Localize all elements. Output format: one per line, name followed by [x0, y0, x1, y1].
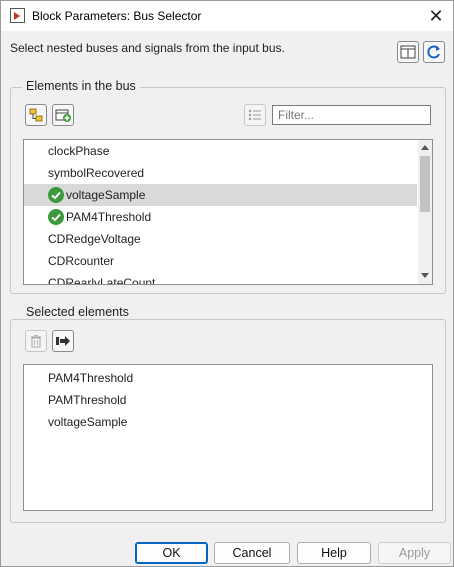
move-element-button[interactable]: [52, 330, 74, 352]
window-title: Block Parameters: Bus Selector: [32, 9, 202, 23]
selected-group-legend: Selected elements: [22, 305, 133, 319]
vertical-scrollbar[interactable]: [418, 140, 432, 284]
list-item[interactable]: clockPhase: [24, 140, 417, 162]
refresh-icon: [427, 45, 440, 59]
list-item[interactable]: CDRedgeVoltage: [24, 228, 417, 250]
find-selected-button[interactable]: [25, 104, 47, 126]
help-button[interactable]: Help: [297, 542, 371, 564]
ok-button[interactable]: OK: [135, 542, 208, 564]
list-item[interactable]: voltageSample: [24, 411, 432, 433]
panel-layout-icon: [400, 45, 416, 59]
title-bar: Block Parameters: Bus Selector ✕: [1, 1, 453, 31]
scroll-down-icon[interactable]: [421, 273, 429, 278]
description-text: Select nested buses and signals from the…: [10, 41, 285, 55]
bus-elements-list[interactable]: clockPhase symbolRecovered voltageSample…: [23, 139, 433, 285]
close-icon[interactable]: ✕: [425, 5, 447, 27]
list-item[interactable]: PAM4Threshold: [24, 367, 432, 389]
list-view-button[interactable]: [244, 104, 266, 126]
check-icon: [48, 209, 64, 225]
cancel-button[interactable]: Cancel: [214, 542, 290, 564]
simulink-block-icon: [10, 8, 25, 23]
filter-input[interactable]: [272, 105, 431, 125]
arrow-right-icon: [56, 336, 70, 346]
add-to-output-button[interactable]: [52, 104, 74, 126]
check-icon: [48, 187, 64, 203]
list-item[interactable]: PAMThreshold: [24, 389, 432, 411]
add-signal-icon: [55, 109, 71, 122]
tree-search-icon: [29, 108, 43, 122]
list-icon: [248, 109, 261, 121]
elements-group-legend: Elements in the bus: [22, 79, 140, 93]
apply-button[interactable]: Apply: [378, 542, 451, 564]
list-item[interactable]: PAM4Threshold: [24, 206, 417, 228]
scroll-thumb[interactable]: [420, 156, 430, 212]
remove-button[interactable]: [25, 330, 47, 352]
trash-icon: [31, 335, 41, 348]
list-item[interactable]: voltageSample: [24, 184, 417, 206]
layout-toggle-button[interactable]: [397, 41, 419, 63]
list-item[interactable]: CDRcounter: [24, 250, 417, 272]
scroll-up-icon[interactable]: [421, 145, 429, 150]
dialog-window: Block Parameters: Bus Selector ✕ Select …: [0, 0, 454, 567]
refresh-button[interactable]: [423, 41, 445, 63]
list-item[interactable]: symbolRecovered: [24, 162, 417, 184]
list-item[interactable]: CDRearlyLateCount: [24, 272, 417, 284]
selected-elements-list[interactable]: PAM4Threshold PAMThreshold voltageSample: [23, 364, 433, 511]
